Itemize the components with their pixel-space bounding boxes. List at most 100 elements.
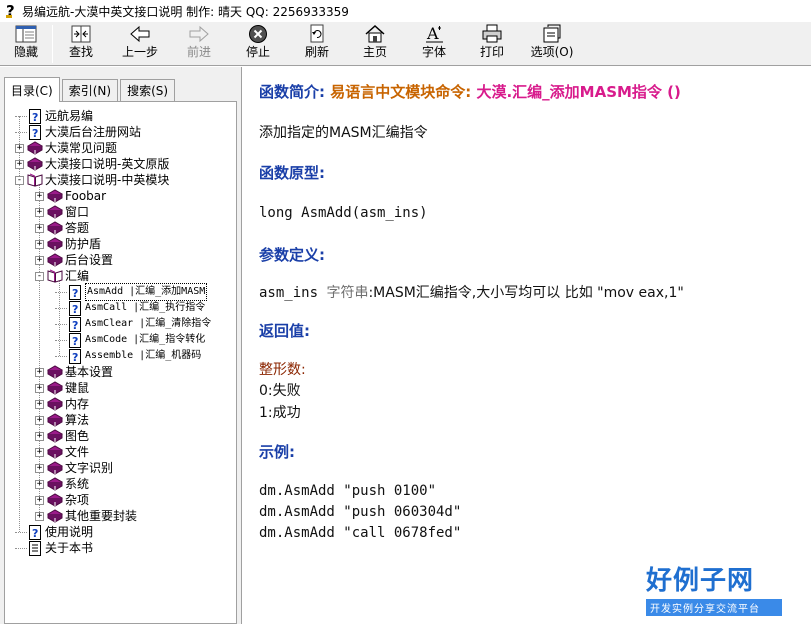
expand-icon[interactable]: + <box>35 223 44 233</box>
tree-branch-line <box>55 355 67 357</box>
tree-item-label: 大漠常见问题 <box>45 141 118 155</box>
open-book-icon <box>27 172 43 188</box>
tree-item[interactable]: - 汇编 <box>35 268 89 284</box>
expand-icon[interactable]: + <box>35 447 44 457</box>
tree-item[interactable]: + 文件 <box>35 444 89 460</box>
font-button[interactable]: A 字体 <box>405 22 463 66</box>
tree-item-label: Foobar <box>65 189 107 203</box>
tab-index[interactable]: 索引(N) <box>61 79 119 101</box>
home-button[interactable]: 主页 <box>345 22 405 66</box>
svg-text:?: ? <box>32 127 38 140</box>
expand-icon[interactable]: + <box>35 399 44 409</box>
tree-item[interactable]: + 后台设置 <box>35 252 113 268</box>
param-name: asm_ins <box>259 285 319 301</box>
content-pane: 函数简介: 易语言中文模块命令: 大漠.汇编_添加MASM指令 () 添加指定的… <box>247 67 811 624</box>
tree-branch-line <box>15 531 27 533</box>
tree-item[interactable]: ? AsmCode |汇编_指令转化 <box>55 332 205 348</box>
tree-item[interactable]: + 防护盾 <box>35 236 101 252</box>
expand-icon[interactable]: + <box>35 463 44 473</box>
prototype-text: long AsmAdd(asm_ins) <box>259 205 428 221</box>
tab-contents[interactable]: 目录(C) <box>4 77 60 102</box>
tree-item[interactable]: + 其他重要封装 <box>35 508 137 524</box>
tree-item[interactable]: ? AsmAdd |汇编_添加MASM <box>55 283 208 301</box>
expand-icon[interactable]: + <box>35 511 44 521</box>
forward-label: 前进 <box>186 45 211 59</box>
tree-item-label: AsmClear |汇编_清除指令 <box>85 318 212 329</box>
expand-icon[interactable]: + <box>35 255 44 265</box>
tree-item-label: AsmAdd |汇编_添加MASM <box>85 283 208 301</box>
tree-item[interactable]: + 算法 <box>35 412 89 428</box>
svg-text:?: ? <box>72 287 78 300</box>
tree-item[interactable]: ? AsmCall |汇编_执行指令 <box>55 300 205 316</box>
tree-item[interactable]: ? AsmClear |汇编_清除指令 <box>55 316 211 332</box>
back-label: 上一步 <box>121 45 158 59</box>
back-button[interactable]: 上一步 <box>109 22 171 66</box>
tree-item[interactable]: + 杂项 <box>35 492 89 508</box>
tree-item[interactable]: + 文字识别 <box>35 460 113 476</box>
expand-icon[interactable]: + <box>15 143 24 153</box>
tree-branch-line <box>55 307 67 309</box>
help-page-icon: ? <box>67 300 83 316</box>
tree-item[interactable]: + 图色 <box>35 428 89 444</box>
text-page-icon <box>27 540 43 556</box>
tree-item[interactable]: + 窗口 <box>35 204 89 220</box>
param-type: 字符串 <box>326 285 369 301</box>
expand-icon[interactable]: + <box>35 495 44 505</box>
expand-icon[interactable]: + <box>35 191 44 201</box>
expand-icon[interactable]: + <box>35 207 44 217</box>
expand-icon[interactable]: + <box>35 479 44 489</box>
tree-branch-line <box>15 131 27 133</box>
tree-item[interactable]: ? 远航易编 <box>15 108 93 124</box>
options-button[interactable]: 选项(O) <box>521 22 583 66</box>
tree-branch-line <box>15 547 27 549</box>
tree-item[interactable]: + 答题 <box>35 220 89 236</box>
back-arrow-icon <box>129 24 151 44</box>
tree-item[interactable]: + 系统 <box>35 476 89 492</box>
tree-item-label: 基本设置 <box>65 365 114 379</box>
help-page-icon: ? <box>67 284 83 300</box>
tree-item[interactable]: + 键鼠 <box>35 380 89 396</box>
tree-branch-line <box>55 291 67 293</box>
tree-item[interactable]: ? Assemble |汇编_机器码 <box>55 348 201 364</box>
tree-item[interactable]: + 内存 <box>35 396 89 412</box>
tree-item-label: 大漠后台注册网站 <box>45 125 142 139</box>
svg-text:?: ? <box>72 351 78 364</box>
svg-text:?: ? <box>32 527 38 540</box>
tree-item-label: 大漠接口说明-中英模块 <box>45 173 170 187</box>
book-icon <box>47 412 63 428</box>
nav-tabs: 目录(C) 索引(N) 搜索(S) <box>4 77 177 102</box>
hide-label: 隐藏 <box>13 45 38 59</box>
tree-item[interactable]: ? 大漠后台注册网站 <box>15 124 141 140</box>
collapse-icon[interactable]: - <box>35 271 44 281</box>
help-page-icon: ? <box>67 332 83 348</box>
expand-icon[interactable]: + <box>35 367 44 377</box>
locate-button[interactable]: 查找 <box>53 22 109 66</box>
tree-item[interactable]: + Foobar <box>35 188 106 204</box>
tree-item-label: AsmCall |汇编_执行指令 <box>85 302 206 313</box>
tab-search[interactable]: 搜索(S) <box>120 79 176 101</box>
hide-button[interactable]: 隐藏 <box>0 22 52 66</box>
tree-item-label: 汇编 <box>65 269 90 283</box>
return-type: 整形数: <box>259 362 306 378</box>
open-book-icon <box>47 268 63 284</box>
forward-button[interactable]: 前进 <box>171 22 227 66</box>
expand-icon[interactable]: + <box>15 159 24 169</box>
refresh-button[interactable]: 刷新 <box>289 22 345 66</box>
tree-item[interactable]: ? 使用说明 <box>15 524 93 540</box>
expand-icon[interactable]: + <box>35 431 44 441</box>
expand-icon[interactable]: + <box>35 239 44 249</box>
stop-button[interactable]: 停止 <box>227 22 289 66</box>
return-heading: 返回值: <box>259 322 310 340</box>
print-label: 打印 <box>479 45 504 59</box>
expand-icon[interactable]: + <box>35 383 44 393</box>
tree-item[interactable]: + 大漠接口说明-英文原版 <box>15 156 169 172</box>
book-icon <box>47 492 63 508</box>
collapse-icon[interactable]: - <box>15 175 24 185</box>
tree-item[interactable]: + 基本设置 <box>35 364 113 380</box>
expand-icon[interactable]: + <box>35 415 44 425</box>
tree-item[interactable]: + 大漠常见问题 <box>15 140 117 156</box>
print-button[interactable]: 打印 <box>463 22 521 66</box>
tree-item[interactable]: - 大漠接口说明-中英模块 <box>15 172 169 188</box>
tree-item[interactable]: 关于本书 <box>15 540 93 556</box>
example-line-1: dm.AsmAdd "push 0100" <box>259 483 437 499</box>
